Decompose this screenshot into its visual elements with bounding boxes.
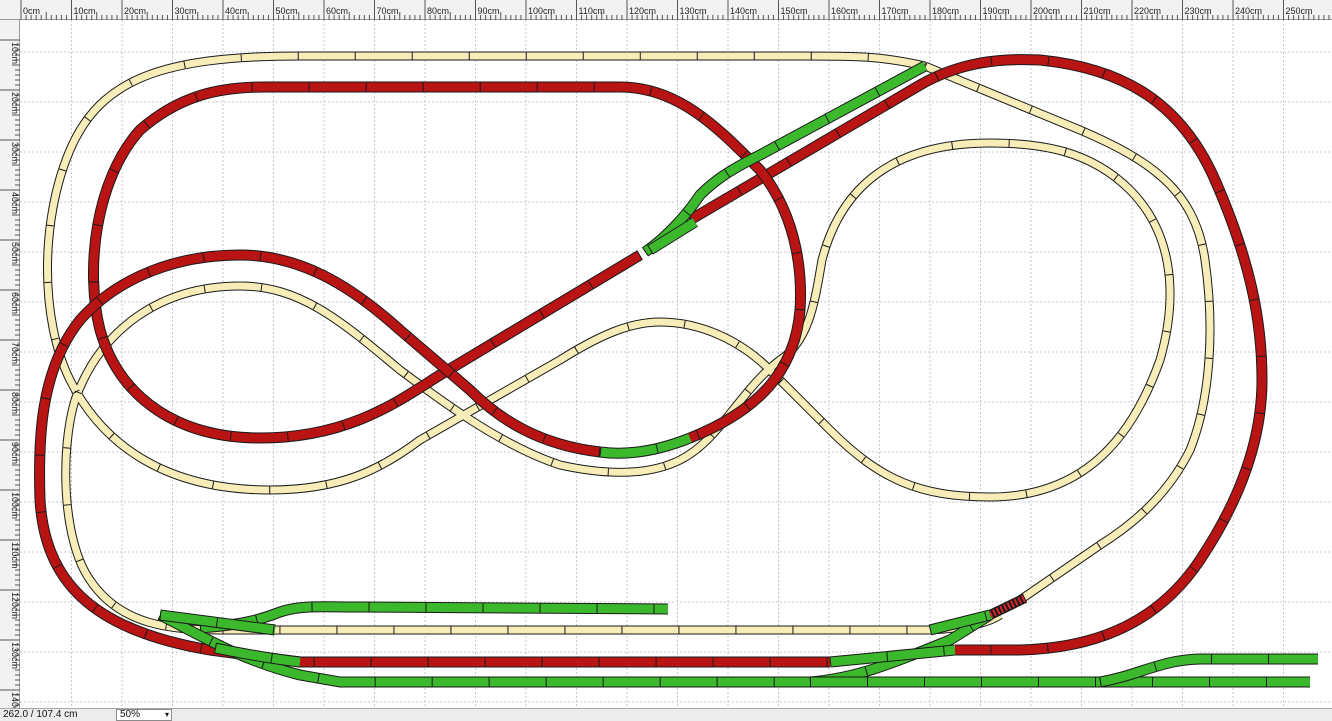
ruler-top-label: 160cm <box>831 6 858 16</box>
ruler-top-label: 30cm <box>175 6 197 16</box>
zoom-select[interactable]: 50% ▾ <box>116 709 172 721</box>
ruler-top-label: 150cm <box>781 6 808 16</box>
dimensions-readout: 262.0 / 107.4 cm <box>3 709 78 720</box>
ruler-left-label: 130cm <box>10 642 20 669</box>
ruler-top-label: 40cm <box>225 6 247 16</box>
ruler-left-scale: 10cm 20cm 30cm 40cm 50cm 60cm 70cm 80cm 90cm 100c… <box>0 39 20 719</box>
track-green-inner-segment[interactable] <box>599 432 693 459</box>
ruler-left-label: 100cm <box>10 492 20 519</box>
ruler-left-label: 90cm <box>10 442 20 464</box>
ruler-top-label: 50cm <box>276 6 298 16</box>
track-green-siding-lower[interactable] <box>157 609 810 688</box>
track-body <box>34 250 830 667</box>
ruler-top-label: 60cm <box>326 6 348 16</box>
ruler-top-label: 110cm <box>579 6 605 16</box>
ruler-left-label: 50cm <box>10 242 20 264</box>
ruler-top-label: 170cm <box>882 6 909 16</box>
ruler-top-label: 190cm <box>983 6 1010 16</box>
ruler-left-label: 10cm <box>10 42 20 64</box>
chevron-down-icon[interactable]: ▾ <box>165 710 169 720</box>
ruler-top-label: 250cm <box>1286 6 1313 16</box>
ruler-left-label: 30cm <box>10 142 20 164</box>
ruler-left[interactable]: 10cm 20cm 30cm 40cm 50cm 60cm 70cm 80cm 90cm 100c… <box>0 20 20 719</box>
ruler-top[interactable]: 0cm 10cm 20cm 30cm 40cm 50cm 60cm 70cm 80cm 90cm 1… <box>0 0 1332 20</box>
ruler-left-label: 110cm <box>10 542 20 568</box>
ruler-top-scale: 0cm 10cm 20cm 30cm 40cm 50cm 60cm 70cm 80cm 90cm 1… <box>20 0 1330 20</box>
ruler-top-label: 10cm <box>74 6 96 16</box>
ruler-left-label: 60cm <box>10 292 20 314</box>
ruler-top-label: 210cm <box>1084 6 1111 16</box>
ruler-left-label: 80cm <box>10 392 20 414</box>
ruler-top-label: 20cm <box>124 6 146 16</box>
ruler-top-label: 0cm <box>23 6 40 16</box>
ruler-top-label: 130cm <box>680 6 707 16</box>
ruler-top-label: 240cm <box>1235 6 1262 16</box>
ruler-left-label: 140cm <box>10 692 20 708</box>
track-cream-outer-oval[interactable] <box>43 51 1175 635</box>
track-joints <box>34 250 830 667</box>
layout-canvas[interactable] <box>20 20 1332 708</box>
grid <box>20 20 1332 708</box>
status-bar: 262.0 / 107.4 cm 50% ▾ <box>0 708 1332 721</box>
ruler-left-label: 20cm <box>10 92 20 114</box>
track-plan[interactable] <box>20 20 1332 708</box>
ruler-top-label: 200cm <box>1033 6 1060 16</box>
zoom-value: 50% <box>120 709 141 720</box>
ruler-top-label: 220cm <box>1134 6 1161 16</box>
ruler-top-label: 90cm <box>478 6 500 16</box>
track-red-left-curve[interactable] <box>33 249 830 668</box>
ruler-top-label: 180cm <box>932 6 959 16</box>
ruler-left-label: 40cm <box>10 192 20 214</box>
ruler-left-label: 70cm <box>10 342 20 364</box>
ruler-top-label: 80cm <box>427 6 449 16</box>
ruler-left-label: 120cm <box>10 592 20 619</box>
ruler-top-label: 140cm <box>730 6 757 16</box>
ruler-top-label: 230cm <box>1185 6 1212 16</box>
track-cream-crossing-piece[interactable] <box>987 593 1028 620</box>
ruler-top-label: 70cm <box>377 6 399 16</box>
ruler-top-label: 100cm <box>528 6 555 16</box>
track-body <box>44 52 1174 634</box>
track-outline <box>33 249 830 668</box>
ruler-top-label: 120cm <box>629 6 656 16</box>
